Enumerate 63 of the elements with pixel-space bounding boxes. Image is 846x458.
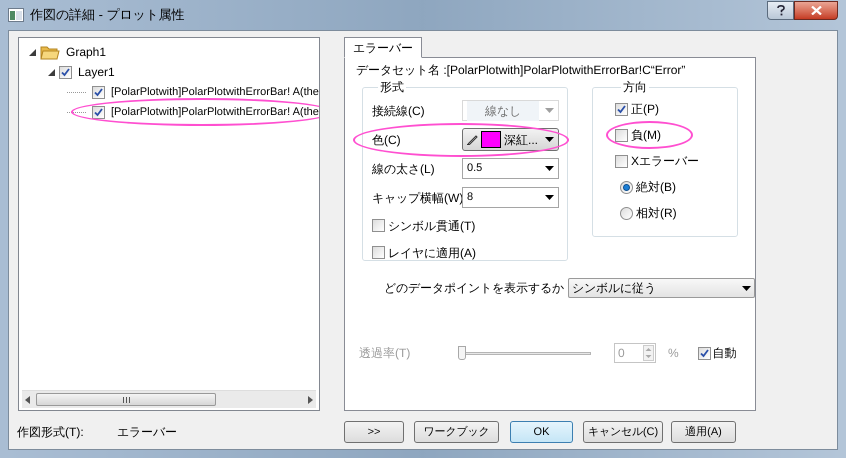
tab[interactable]: エラーバー — [344, 37, 422, 58]
checkbox[interactable] — [372, 219, 385, 232]
dialog-button[interactable]: 適用(A) — [671, 421, 736, 443]
folder-icon — [40, 44, 60, 60]
dropdown[interactable]: シンボルに従う — [568, 278, 755, 298]
checkbox[interactable] — [92, 86, 105, 98]
checkbox-label: シンボル貫通(T) — [388, 218, 476, 234]
caret-icon — [545, 108, 554, 113]
grip-icon — [122, 396, 130, 402]
field-label: 作図形式(T): — [17, 424, 85, 441]
window-icon — [8, 8, 24, 22]
window-title: 作図の詳細 - プロット属性 — [30, 6, 185, 24]
dataset-name: データセット名 :[PolarPlotwith]PolarPlotwithErrorBar!C“Error” — [356, 62, 686, 79]
tree-item[interactable]: [PolarPlotwith]PolarPlotwithErrorBar! A(the — [111, 84, 319, 100]
help-button[interactable] — [767, 1, 794, 20]
radio-label: 絶対(B) — [636, 179, 676, 196]
slider[interactable] — [459, 345, 591, 361]
spinner-icon — [643, 345, 654, 361]
close-icon — [810, 6, 822, 15]
color-name: 深紅... — [504, 132, 540, 148]
dialog-button[interactable]: キャンセル(C) — [583, 421, 663, 443]
checkbox[interactable] — [615, 128, 628, 142]
close-button[interactable] — [794, 1, 838, 20]
dropdown[interactable]: 8 — [462, 187, 559, 208]
field-label: どのデータポイントを表示するか — [384, 280, 564, 297]
checkbox[interactable] — [92, 106, 105, 118]
scrollbar-thumb[interactable] — [36, 393, 216, 406]
dialog-button[interactable]: >> — [344, 421, 404, 443]
checkbox-label: レイヤに適用(A) — [388, 244, 476, 262]
checkbox-label: 自動 — [712, 345, 737, 362]
caret-icon — [545, 195, 554, 200]
checkbox[interactable] — [615, 102, 628, 116]
tree-item[interactable]: [PolarPlotwith]PolarPlotwithErrorBar! A(the — [111, 104, 319, 120]
field-label: 色(C) — [372, 132, 402, 148]
group-title: 方向 — [622, 79, 648, 96]
radio-button[interactable] — [620, 206, 633, 220]
caret-icon — [742, 286, 751, 290]
field-label: 線の太さ(L) — [372, 160, 436, 178]
checkbox[interactable] — [59, 66, 72, 78]
radio-button[interactable] — [620, 180, 633, 194]
caret-icon — [545, 137, 554, 142]
checkbox[interactable] — [615, 154, 628, 168]
checkbox-label: 正(P) — [631, 101, 659, 118]
dropdown[interactable]: 0.5 — [462, 158, 559, 179]
pen-icon — [467, 134, 478, 145]
help-icon — [776, 5, 784, 16]
plot-type-value: エラーバー — [117, 424, 178, 441]
caret-icon — [545, 166, 554, 171]
dialog-button[interactable]: ワークブック — [414, 421, 499, 443]
unit-label: % — [668, 345, 679, 362]
checkbox-label: 負(M) — [631, 127, 661, 144]
field-label: 接続線(C) — [372, 102, 426, 120]
radio-label: 相対(R) — [636, 205, 677, 222]
field-label: 透過率(T) — [359, 345, 412, 362]
checkbox[interactable] — [372, 246, 385, 259]
tree-item[interactable]: Layer1 — [78, 63, 115, 81]
checkbox-label: Xエラーバー — [631, 153, 700, 170]
field-label: キャップ横幅(W) — [372, 190, 462, 206]
color-dropdown[interactable]: 深紅... — [462, 128, 559, 151]
group-title: 形式 — [379, 79, 405, 96]
horizontal-scrollbar[interactable] — [22, 390, 316, 408]
dialog-button[interactable]: OK — [510, 421, 573, 443]
tree-item[interactable]: Graph1 — [66, 43, 106, 61]
